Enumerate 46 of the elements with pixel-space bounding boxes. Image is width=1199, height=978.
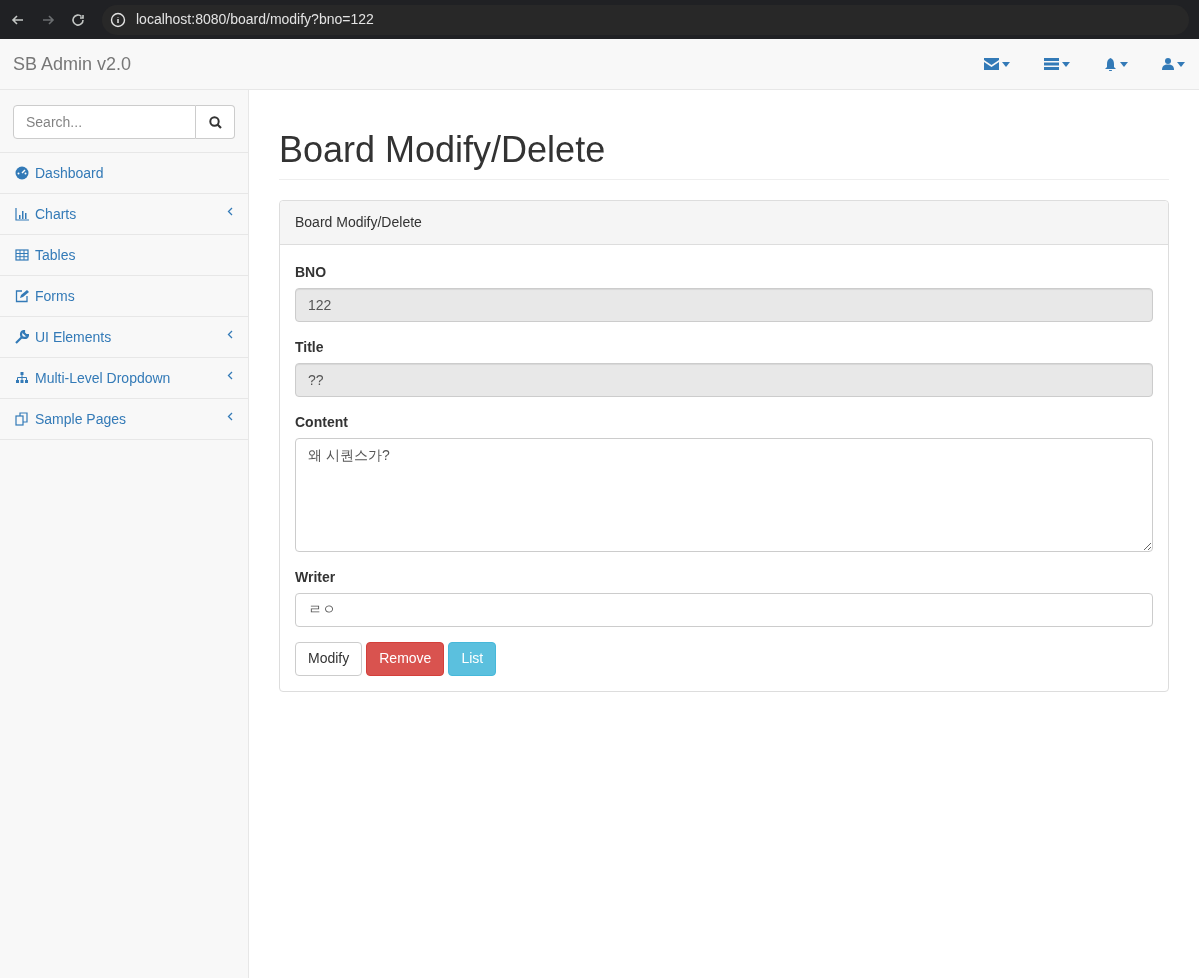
dashboard-icon	[15, 166, 29, 180]
page-title: Board Modify/Delete	[279, 130, 1169, 180]
search-field[interactable]: Search...	[13, 105, 196, 139]
reload-icon[interactable]	[70, 11, 86, 28]
sidebar-item[interactable]: Sample Pages	[0, 399, 248, 440]
field-label: Content	[295, 412, 349, 432]
sidebar-item[interactable]: Dashboard	[0, 153, 248, 194]
sitemap-icon	[15, 371, 29, 385]
bell-icon	[1104, 57, 1117, 71]
field-label: BNO	[295, 262, 328, 282]
caret-icon	[1120, 61, 1128, 67]
wrench-icon	[15, 330, 29, 344]
sidebar-item[interactable]: UI Elements	[0, 317, 248, 358]
brand-link[interactable]: SB Admin v2.0	[13, 50, 132, 78]
caret-icon	[1177, 61, 1185, 67]
field-label: Writer	[295, 567, 337, 587]
textarea-field[interactable]: 왜 시퀀스가?	[295, 437, 1153, 552]
action-button[interactable]: Modify	[295, 641, 363, 676]
alerts-dropdown[interactable]	[1104, 57, 1128, 71]
user-icon	[1162, 58, 1174, 70]
caret-icon	[1062, 61, 1070, 67]
info-icon	[110, 11, 126, 28]
sidebar-item[interactable]: Forms	[0, 276, 248, 317]
tasks-dropdown[interactable]	[1044, 58, 1070, 70]
copy-icon	[15, 412, 29, 426]
user-dropdown[interactable]	[1162, 58, 1185, 70]
envelope-icon	[984, 58, 999, 70]
input-field[interactable]: ??	[295, 362, 1153, 397]
sidebar-item[interactable]: Tables	[0, 235, 248, 276]
bar-chart-icon	[15, 207, 29, 221]
address-bar[interactable]: localhost:8080/board/modify?bno=122	[102, 4, 1189, 35]
search-button[interactable]	[196, 105, 235, 139]
input-field[interactable]: 122	[295, 287, 1153, 322]
sidebar-item[interactable]: Charts	[0, 194, 248, 235]
messages-dropdown[interactable]	[984, 58, 1010, 70]
search-icon	[208, 115, 222, 129]
edit-icon	[15, 289, 29, 303]
sidebar-item[interactable]: Multi-Level Dropdown	[0, 358, 248, 399]
url-text: localhost:8080/board/modify?bno=122	[136, 10, 374, 29]
list-icon	[1044, 58, 1059, 70]
input-field[interactable]: ㄹㅇ	[295, 592, 1153, 627]
panel-heading: Board Modify/Delete	[280, 200, 1168, 245]
caret-icon	[1002, 61, 1010, 67]
action-button[interactable]: Remove	[366, 641, 445, 676]
table-icon	[15, 248, 29, 262]
field-label: Title	[295, 337, 325, 357]
